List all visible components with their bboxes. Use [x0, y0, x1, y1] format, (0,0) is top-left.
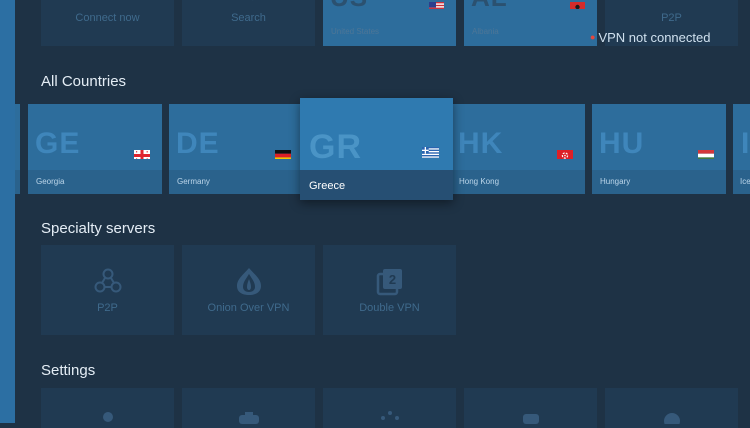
country-code: GE — [35, 127, 81, 160]
flag-gr-icon — [422, 146, 439, 158]
connect-now-tile[interactable]: • Connect now — [41, 0, 174, 46]
flag-de-icon — [275, 148, 291, 159]
country-name: Hungary — [600, 177, 631, 186]
info-icon — [605, 410, 738, 428]
p2p-server-tile[interactable]: P2P — [41, 245, 174, 335]
onion-over-vpn-label: Onion Over VPN — [207, 302, 290, 314]
country-name: United States — [331, 27, 380, 36]
settings-tile-1[interactable] — [41, 388, 174, 428]
flag-hu-icon — [698, 148, 714, 159]
double-vpn-tile[interactable]: 2 Double VPN — [323, 245, 456, 335]
country-name: Georgia — [36, 177, 65, 186]
flag-us-icon — [429, 0, 444, 9]
dots-icon — [323, 408, 456, 427]
country-code: US — [330, 0, 368, 13]
settings-tile-3[interactable] — [323, 388, 456, 428]
flag-ge-icon — [134, 148, 150, 159]
country-name: Albania — [472, 27, 499, 36]
p2p-icon: oo — [605, 0, 738, 2]
flag-al-icon — [570, 0, 585, 9]
country-code: DE — [176, 127, 220, 160]
double-vpn-icon: 2 — [323, 267, 456, 302]
country-code: HU — [599, 127, 645, 160]
recent-country-us-tile[interactable]: US United States — [323, 0, 456, 46]
settings-tile-4[interactable] — [464, 388, 597, 428]
onion-icon — [182, 265, 315, 302]
p2p-label: P2P — [97, 302, 118, 314]
gear-icon — [182, 410, 315, 428]
country-tile-de[interactable]: DE Germany — [169, 104, 303, 194]
country-code: I — [741, 127, 750, 160]
vpn-status-text: VPN not connected — [598, 30, 711, 45]
country-name: Ice — [740, 177, 750, 186]
country-code: HK — [458, 127, 504, 160]
left-rail — [0, 0, 15, 423]
power-icon: • — [41, 0, 174, 2]
double-vpn-label: Double VPN — [359, 302, 420, 314]
country-tile-ge[interactable]: GE Georgia — [28, 104, 162, 194]
country-tile-ice-partial[interactable]: I Ice — [733, 104, 750, 194]
p2p-top-label: P2P — [661, 12, 682, 24]
country-name: Hong Kong — [459, 177, 500, 186]
flag-hk-icon — [557, 148, 573, 159]
settings-tile-2[interactable] — [182, 388, 315, 428]
onion-over-vpn-tile[interactable]: Onion Over VPN — [182, 245, 315, 335]
account-icon — [41, 410, 174, 428]
country-tile-partial[interactable] — [15, 104, 20, 194]
country-code: AL — [471, 0, 508, 13]
double-vpn-icon-digit: 2 — [388, 272, 395, 287]
search-label: Search — [231, 12, 266, 24]
recent-country-al-tile[interactable]: AL Albania — [464, 0, 597, 46]
p2p-icon — [41, 267, 174, 300]
search-icon: ◥ — [182, 0, 315, 2]
search-tile[interactable]: ◥ Search — [182, 0, 315, 46]
settings-title: Settings — [41, 362, 96, 379]
country-tile-hu[interactable]: HU Hungary — [592, 104, 726, 194]
shield-icon — [464, 410, 597, 428]
country-name: Greece — [309, 180, 346, 192]
vpn-status: ● VPN not connected — [590, 30, 710, 45]
country-tile-hk[interactable]: HK Hong Kong — [451, 104, 585, 194]
connect-now-label: Connect now — [75, 12, 140, 24]
specialty-servers-title: Specialty servers — [41, 220, 156, 237]
country-tile-gr-selected[interactable]: GR Greece — [300, 98, 453, 200]
status-dot-icon: ● — [590, 32, 596, 42]
all-countries-title: All Countries — [41, 73, 127, 90]
settings-tile-5[interactable] — [605, 388, 738, 428]
country-bar — [15, 170, 20, 194]
country-code: GR — [309, 128, 362, 166]
country-name: Germany — [177, 177, 210, 186]
